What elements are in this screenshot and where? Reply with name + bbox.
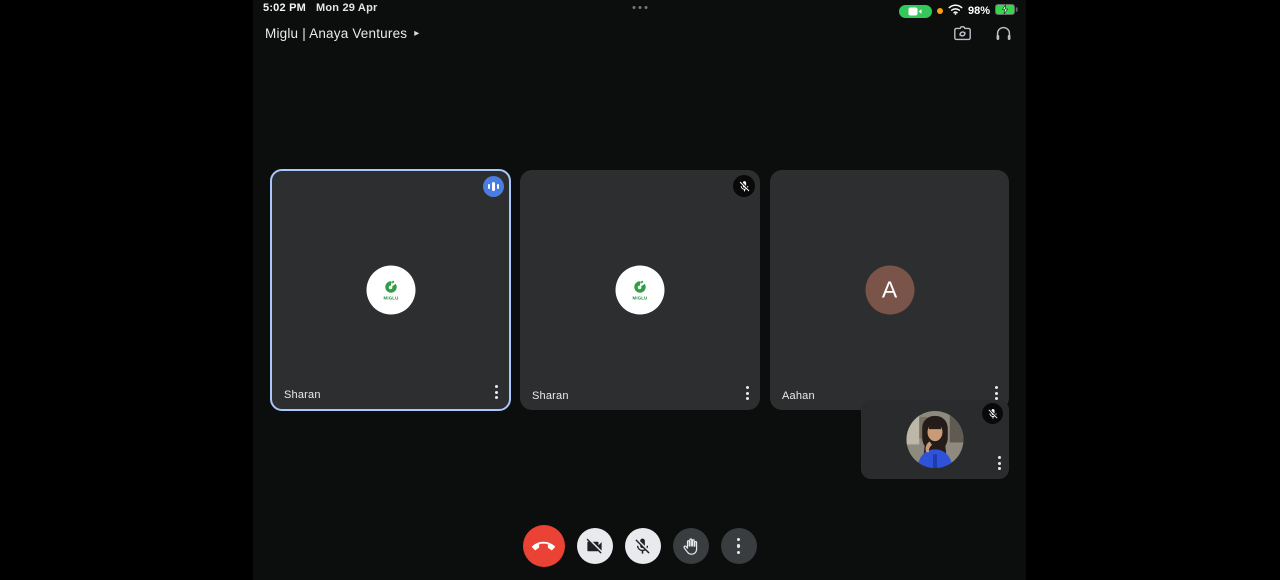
- participant-name: Aahan: [782, 390, 815, 402]
- avatar: MIGLU: [366, 266, 415, 315]
- mic-off-icon: [733, 175, 755, 197]
- camera-switch-button[interactable]: [952, 23, 973, 44]
- miglu-logo-icon: [632, 279, 649, 296]
- call-controls-bar: [253, 525, 1026, 567]
- chevron-right-icon: ▸: [414, 29, 419, 39]
- mic-off-button[interactable]: [625, 528, 661, 564]
- mic-off-icon: [982, 403, 1003, 424]
- logo-wordmark: MIGLU: [383, 296, 398, 299]
- self-view-tile[interactable]: [861, 400, 1009, 479]
- avatar: A: [865, 266, 914, 315]
- ipad-frame: 5:02 PM Mon 29 Apr 98%: [0, 0, 1280, 580]
- mic-in-use-dot-icon: [937, 8, 943, 14]
- self-photo-avatar: [907, 411, 964, 468]
- raise-hand-button[interactable]: [673, 528, 709, 564]
- participant-tile-aahan[interactable]: A Aahan: [770, 170, 1009, 410]
- camera-in-use-pill-icon: [899, 5, 932, 18]
- end-call-button[interactable]: [523, 525, 565, 567]
- more-options-button[interactable]: [721, 528, 757, 564]
- audio-activity-icon: [483, 176, 504, 197]
- meeting-title-dropdown[interactable]: Miglu | Anaya Ventures ▸: [265, 26, 419, 41]
- status-bar: 5:02 PM Mon 29 Apr 98%: [253, 0, 1026, 17]
- initial-avatar: A: [865, 266, 914, 315]
- logo-wordmark: MIGLU: [633, 296, 648, 299]
- multitasking-indicator-icon: [632, 6, 647, 9]
- participant-tile-sharan-2[interactable]: MIGLU Sharan: [520, 170, 760, 410]
- avatar: MIGLU: [616, 266, 665, 315]
- camera-off-button[interactable]: [577, 528, 613, 564]
- clock-date: Mon 29 Apr: [316, 2, 378, 14]
- meeting-title: Miglu | Anaya Ventures: [265, 26, 407, 41]
- headphones-audio-button[interactable]: [993, 23, 1014, 44]
- more-vert-icon: [737, 538, 741, 555]
- participant-name: Sharan: [284, 389, 321, 401]
- clock-time: 5:02 PM: [263, 2, 306, 14]
- tile-options-button[interactable]: [493, 383, 500, 401]
- battery-charging-icon: [995, 2, 1018, 20]
- wifi-icon: [948, 2, 963, 20]
- tile-options-button[interactable]: [744, 384, 751, 402]
- miglu-logo-icon: [382, 279, 399, 296]
- self-view-options-button[interactable]: [996, 454, 1003, 472]
- participant-tile-sharan-1[interactable]: MIGLU Sharan: [270, 169, 511, 411]
- battery-percent: 98%: [968, 5, 990, 17]
- participant-name: Sharan: [532, 390, 569, 402]
- meet-app-screen: 5:02 PM Mon 29 Apr 98%: [253, 0, 1026, 580]
